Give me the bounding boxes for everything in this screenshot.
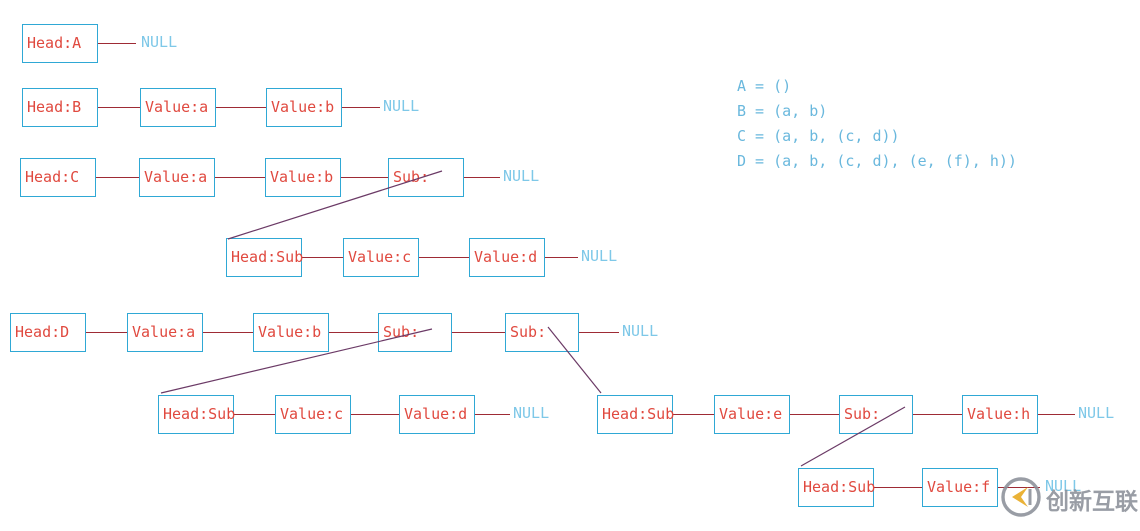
null-terminator-label: NULL	[503, 167, 540, 185]
node-box[interactable]: Value:c	[343, 238, 419, 277]
null-terminator-label: NULL	[383, 97, 420, 115]
null-terminator-label: NULL	[513, 404, 550, 422]
node-box[interactable]: Value:e	[714, 395, 790, 434]
link-line	[579, 332, 619, 333]
node-box[interactable]: Head:B	[22, 88, 98, 127]
null-terminator-label: NULL	[141, 33, 178, 51]
link-line	[452, 332, 505, 333]
list-expressions: A = () B = (a, b) C = (a, b, (c, d)) D = (a…	[737, 74, 1017, 174]
node-box[interactable]: Value:b	[253, 313, 329, 352]
null-terminator-label: NULL	[622, 322, 659, 340]
link-line	[351, 414, 399, 415]
link-line	[790, 414, 839, 415]
node-box[interactable]: Value:b	[265, 158, 341, 197]
watermark: 创新互联	[1000, 472, 1138, 524]
link-line	[913, 414, 962, 415]
node-box[interactable]: Sub:	[378, 313, 452, 352]
link-line	[86, 332, 127, 333]
link-line	[1038, 414, 1075, 415]
node-box[interactable]: Head:Sub	[158, 395, 235, 434]
node-box[interactable]: Value:b	[266, 88, 342, 127]
link-line	[302, 257, 343, 258]
node-box[interactable]: Sub:	[839, 395, 913, 434]
link-line	[329, 332, 378, 333]
link-line	[874, 487, 922, 488]
node-box[interactable]: Head:C	[20, 158, 96, 197]
list-expression-line: D = (a, b, (c, d), (e, (f), h))	[737, 152, 1017, 170]
node-box[interactable]: Value:c	[275, 395, 351, 434]
node-box[interactable]: Sub:	[505, 313, 579, 352]
cx-circle-logo-icon	[1001, 477, 1041, 517]
link-line	[98, 43, 136, 44]
link-line	[342, 107, 380, 108]
node-box[interactable]: Head:Sub	[226, 238, 303, 277]
diagram-canvas: Head:A Head:B Value:a Value:b Head:C Value:a V…	[0, 0, 1140, 531]
null-terminator-label: NULL	[1078, 404, 1115, 422]
link-line	[673, 414, 714, 415]
watermark-text: 创新互联	[1046, 489, 1138, 515]
link-line	[96, 177, 139, 178]
node-box[interactable]: Value:d	[399, 395, 475, 434]
node-box[interactable]: Head:D	[10, 313, 86, 352]
node-box[interactable]: Head:Sub	[798, 468, 875, 507]
node-box[interactable]: Value:h	[962, 395, 1038, 434]
link-line	[98, 107, 140, 108]
link-line	[475, 414, 510, 415]
link-line	[216, 107, 266, 108]
node-box[interactable]: Value:d	[469, 238, 545, 277]
list-expression-line: A = ()	[737, 77, 792, 95]
node-box[interactable]: Sub:	[388, 158, 464, 197]
node-box[interactable]: Head:Sub	[597, 395, 674, 434]
link-line	[341, 177, 388, 178]
list-expression-line: B = (a, b)	[737, 102, 828, 120]
node-box[interactable]: Value:f	[922, 468, 998, 507]
link-line	[234, 414, 275, 415]
link-line	[545, 257, 578, 258]
link-line	[419, 257, 469, 258]
node-box[interactable]: Value:a	[140, 88, 216, 127]
list-expression-line: C = (a, b, (c, d))	[737, 127, 900, 145]
null-terminator-label: NULL	[581, 247, 618, 265]
link-line	[203, 332, 253, 333]
node-box[interactable]: Value:a	[127, 313, 203, 352]
link-line	[215, 177, 265, 178]
link-line	[464, 177, 500, 178]
node-box[interactable]: Head:A	[22, 24, 98, 63]
node-box[interactable]: Value:a	[139, 158, 215, 197]
